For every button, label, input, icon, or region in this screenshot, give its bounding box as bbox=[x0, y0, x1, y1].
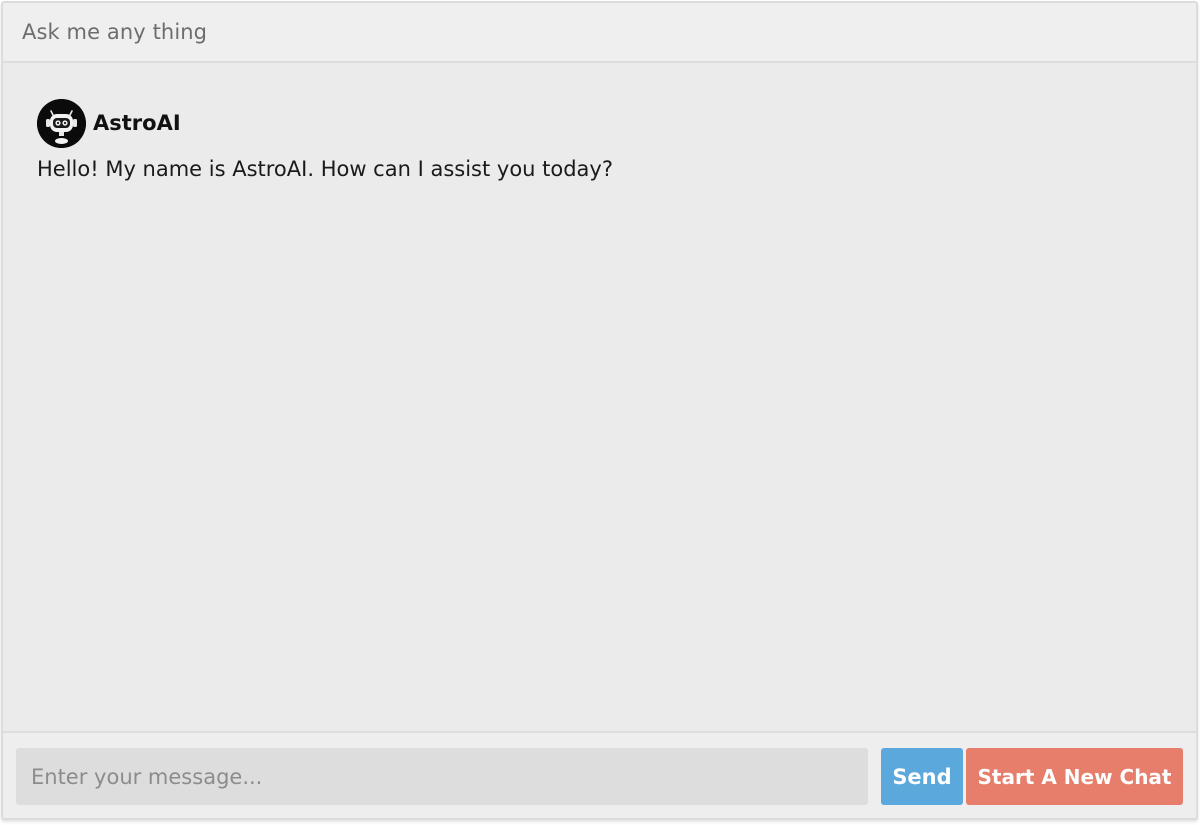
chat-window: Ask me any thing AstroAI Hello! My name … bbox=[1, 1, 1198, 820]
message-author: AstroAI bbox=[37, 98, 1137, 148]
chat-messages[interactable]: AstroAI Hello! My name is AstroAI. How c… bbox=[3, 63, 1196, 731]
message-input[interactable] bbox=[16, 748, 868, 805]
chat-header: Ask me any thing bbox=[3, 3, 1196, 63]
send-button[interactable]: Send bbox=[881, 748, 963, 805]
chat-title: Ask me any thing bbox=[22, 20, 208, 44]
chat-composer: Send Start A New Chat bbox=[3, 731, 1196, 818]
message-item: AstroAI Hello! My name is AstroAI. How c… bbox=[37, 98, 1137, 181]
robot-icon bbox=[37, 98, 86, 148]
author-name: AstroAI bbox=[93, 111, 181, 135]
new-chat-button[interactable]: Start A New Chat bbox=[966, 748, 1183, 805]
message-text: Hello! My name is AstroAI. How can I ass… bbox=[37, 157, 614, 181]
